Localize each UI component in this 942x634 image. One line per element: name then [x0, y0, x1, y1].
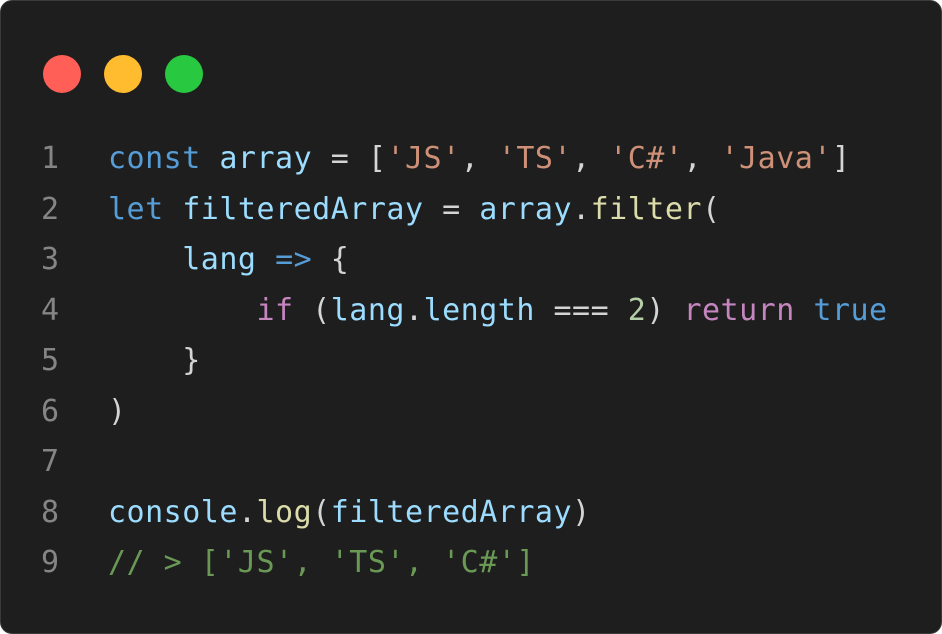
code-token: (	[702, 191, 721, 227]
code-token: filteredArray	[330, 494, 573, 530]
code-token: {	[312, 242, 350, 277]
code-token: length	[423, 292, 535, 328]
code-token: return	[683, 292, 795, 328]
line-source: lang => {	[108, 235, 349, 286]
code-token: =>	[275, 242, 313, 277]
line-source: }	[108, 336, 201, 387]
line-source: console.log(filteredArray)	[108, 488, 591, 539]
code-token: ,	[460, 141, 498, 176]
code-token: = [	[312, 141, 387, 176]
line-source: const array = ['JS', 'TS', 'C#', 'Java']	[108, 134, 851, 185]
code-token: lang	[330, 292, 405, 328]
code-token: )	[108, 393, 127, 429]
code-token: 2	[627, 292, 647, 328]
code-token: (	[312, 494, 331, 530]
code-token: ,	[572, 141, 610, 176]
code-token: .	[572, 191, 591, 227]
minimize-button[interactable]	[104, 55, 142, 93]
code-token: .	[405, 292, 424, 328]
line-number: 1	[41, 141, 60, 176]
code-token: 'TS'	[497, 141, 573, 176]
code-token: 'Java'	[720, 141, 832, 176]
code-token: )	[572, 494, 591, 530]
code-token: }	[108, 343, 201, 378]
code-token: =	[423, 191, 480, 227]
code-token: array	[219, 141, 313, 176]
code-window: 1 const array = ['JS', 'TS', 'C#', 'Java'…	[0, 0, 942, 634]
line-number: 3	[41, 242, 60, 277]
code-token: filter	[590, 191, 702, 227]
code-token: ===	[534, 292, 628, 328]
code-token: ]	[831, 141, 851, 176]
code-token: filteredArray	[182, 191, 424, 227]
code-token: true	[813, 292, 888, 328]
line-number: 6	[41, 393, 60, 429]
line-number: 8	[41, 494, 60, 530]
code-token: lang	[182, 242, 257, 277]
code-token: let	[108, 191, 164, 227]
code-token: 'C#'	[609, 141, 684, 176]
code-token: const	[108, 141, 201, 176]
line-number: 7	[41, 444, 60, 479]
code-token: array	[479, 191, 573, 227]
line-source: )	[108, 387, 127, 438]
line-number: 2	[41, 191, 60, 227]
line-number: 4	[41, 292, 60, 328]
line-source: if (lang.length === 2) return true	[108, 286, 888, 337]
code-token: if	[256, 292, 294, 328]
zoom-button[interactable]	[165, 55, 203, 93]
line-number: 9	[41, 545, 60, 580]
code-token: 'JS'	[386, 141, 461, 176]
code-token: ,	[683, 141, 721, 176]
line-source: let filteredArray = array.filter(	[108, 185, 721, 236]
line-source: // > ['JS', 'TS', 'C#']	[108, 538, 535, 589]
code-token: // > ['JS', 'TS', 'C#']	[108, 545, 535, 580]
code-token: )	[646, 292, 684, 328]
code-token: console	[108, 494, 238, 530]
code-token: log	[256, 494, 313, 530]
code-token: .	[237, 494, 257, 530]
code-token: (	[293, 292, 331, 328]
line-number: 5	[41, 343, 60, 378]
close-button[interactable]	[43, 55, 81, 93]
